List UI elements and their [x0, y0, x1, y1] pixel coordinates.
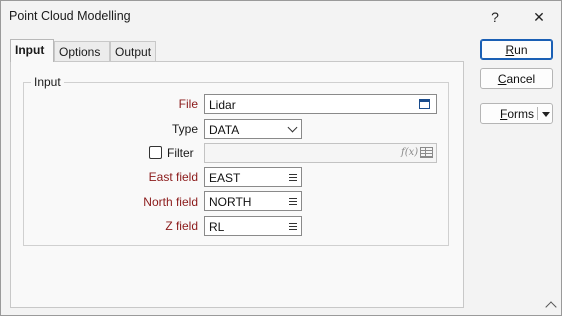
z-field-label: Z field [165, 219, 198, 233]
chevron-down-icon [287, 122, 298, 133]
file-label: File [178, 97, 198, 111]
expression-icon[interactable]: f(x) [401, 147, 418, 158]
cancel-button[interactable]: Cancel [480, 68, 553, 89]
tab-output[interactable]: Output [110, 41, 156, 61]
dropdown-arrow-icon[interactable] [542, 112, 550, 117]
run-button[interactable]: Run [480, 39, 553, 60]
east-field-input[interactable]: EAST [204, 167, 302, 187]
tab-panel-input: Input File Lidar Type DATA Filter f(x) E… [10, 61, 464, 308]
close-button[interactable]: ✕ [517, 1, 561, 33]
type-dropdown[interactable]: DATA [204, 119, 302, 139]
split-divider [537, 107, 538, 120]
filter-input[interactable]: f(x) [204, 143, 437, 163]
help-button[interactable]: ? [473, 1, 517, 33]
z-field-input[interactable]: RL [204, 216, 302, 236]
filter-table-icon[interactable] [420, 147, 433, 158]
file-browse-icon[interactable] [419, 99, 430, 109]
input-groupbox: Input File Lidar Type DATA Filter f(x) E… [23, 75, 449, 246]
file-value: Lidar [209, 98, 236, 112]
north-field-input[interactable]: NORTH [204, 191, 302, 211]
run-mnemonic: R [505, 43, 515, 57]
run-label-rest: un [514, 43, 528, 57]
filter-checkbox[interactable] [149, 146, 162, 159]
forms-split-button[interactable]: Forms [480, 103, 553, 124]
list-icon[interactable] [289, 198, 297, 205]
tab-input[interactable]: Input [10, 39, 54, 62]
title-bar: Point Cloud Modelling ? ✕ [1, 1, 561, 33]
list-icon[interactable] [289, 223, 297, 230]
type-value: DATA [209, 123, 240, 137]
north-field-label: North field [143, 195, 198, 209]
east-field-label: East field [148, 170, 198, 184]
cancel-label-rest: ancel [506, 72, 536, 86]
filter-label: Filter [167, 146, 194, 160]
north-field-value: NORTH [209, 195, 252, 209]
window-title: Point Cloud Modelling [9, 9, 131, 23]
input-group-legend: Input [31, 75, 64, 89]
z-field-value: RL [209, 220, 225, 234]
forms-label-rest: orms [507, 107, 535, 121]
tab-options[interactable]: Options [54, 41, 110, 61]
type-label: Type [171, 122, 198, 136]
dialog-window: Point Cloud Modelling ? ✕ Input Options … [0, 0, 562, 316]
list-icon[interactable] [289, 174, 297, 181]
chevron-up-icon[interactable] [545, 301, 557, 313]
file-input[interactable]: Lidar [204, 94, 437, 114]
east-field-value: EAST [209, 171, 241, 185]
